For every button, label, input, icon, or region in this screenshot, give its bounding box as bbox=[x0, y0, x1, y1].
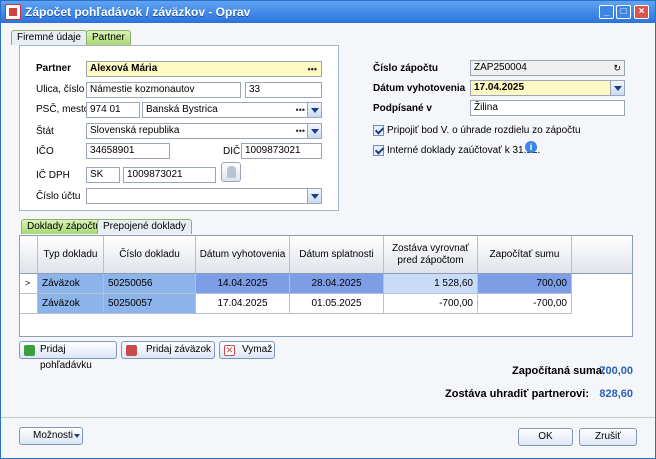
offset-number-field: ZAP250004 ↻ bbox=[470, 60, 625, 76]
year-end-posting-checkbox[interactable] bbox=[373, 145, 384, 156]
ok-button[interactable]: OK bbox=[518, 428, 573, 446]
offset-number-label: Číslo zápočtu bbox=[373, 63, 439, 74]
country-field[interactable]: Slovenská republika ••• bbox=[86, 123, 322, 139]
tab-company-info[interactable]: Firemné údaje bbox=[11, 30, 87, 45]
refresh-icon[interactable]: ↻ bbox=[613, 61, 621, 75]
zip-field[interactable]: 974 01 bbox=[86, 102, 140, 118]
table-cell[interactable]: 1 528,60 bbox=[384, 274, 478, 294]
col-header-number[interactable]: Číslo dokladu bbox=[104, 236, 196, 274]
issue-date-label: Dátum vyhotovenia bbox=[373, 83, 466, 94]
street-number-field[interactable]: 33 bbox=[245, 82, 322, 98]
table-cell[interactable]: 17.04.2025 bbox=[196, 294, 290, 314]
country-value: Slovenská republika bbox=[90, 125, 180, 136]
icdph-label: IČ DPH bbox=[36, 170, 70, 181]
signed-in-label: Podpísané v bbox=[373, 103, 432, 114]
remaining-label: Zostáva uhradiť partnerovi: bbox=[445, 388, 590, 400]
ico-field[interactable]: 34658901 bbox=[86, 143, 170, 159]
minimize-button[interactable]: _ bbox=[599, 5, 614, 19]
partner-value: Alexová Mária bbox=[90, 63, 158, 74]
chevron-down-icon[interactable] bbox=[307, 103, 321, 117]
year-end-posting-label: Interné doklady zaúčtovať k 31.12. bbox=[387, 145, 541, 156]
info-icon[interactable]: i bbox=[525, 141, 537, 153]
add-icon bbox=[24, 345, 35, 356]
table-cell[interactable]: -700,00 bbox=[384, 294, 478, 314]
add-receivable-button[interactable]: Pridaj pohľadávku bbox=[19, 341, 117, 371]
options-label: Možnosti bbox=[33, 430, 74, 441]
chevron-down-icon[interactable] bbox=[307, 189, 321, 203]
partner-label: Partner bbox=[36, 63, 72, 74]
table-cell[interactable]: -700,00 bbox=[478, 294, 572, 314]
attach-clause-checkbox[interactable] bbox=[373, 125, 384, 136]
dic-label: DIČ bbox=[223, 146, 241, 157]
country-label: Štát bbox=[36, 126, 54, 137]
person-icon bbox=[227, 166, 236, 178]
city-field[interactable]: Banská Bystrica ••• bbox=[142, 102, 322, 118]
remove-icon bbox=[126, 345, 137, 356]
remaining-value: 828,60 bbox=[599, 388, 633, 400]
issue-date-field[interactable]: 17.04.2025 bbox=[470, 80, 625, 96]
options-dropdown-button[interactable]: Možnosti bbox=[19, 427, 83, 445]
dialog-window: Zápočet pohľadávok / záväzkov - Oprav _ … bbox=[0, 0, 656, 459]
city-browse-icon[interactable]: ••• bbox=[296, 103, 305, 117]
attach-clause-label: Pripojiť bod V. o úhrade rozdielu zo záp… bbox=[387, 125, 581, 136]
delete-label: Vymaž bbox=[242, 344, 273, 355]
city-value: Banská Bystrica bbox=[146, 104, 218, 115]
ico-label: IČO bbox=[36, 146, 54, 157]
partner-field[interactable]: Alexová Mária ••• bbox=[86, 61, 322, 77]
issue-date-value: 17.04.2025 bbox=[474, 82, 525, 93]
delete-button[interactable]: ✕ Vymaž bbox=[219, 341, 275, 359]
dic-field[interactable]: 1009873021 bbox=[241, 143, 322, 159]
delete-icon: ✕ bbox=[224, 345, 235, 356]
tab-offset-documents[interactable]: Doklady zápočtu bbox=[21, 219, 107, 234]
street-label: Ulica, číslo bbox=[36, 84, 85, 95]
icdph-field[interactable]: 1009873021 bbox=[123, 167, 216, 183]
table-cell[interactable]: 50250057 bbox=[104, 294, 196, 314]
col-header-type[interactable]: Typ dokladu bbox=[38, 236, 104, 274]
current-row-indicator: > bbox=[20, 274, 38, 294]
cancel-button[interactable]: Zrušiť bbox=[579, 428, 637, 446]
zip-city-label: PSČ, mesto bbox=[36, 104, 90, 115]
street-field[interactable]: Námestie kozmonautov bbox=[86, 82, 241, 98]
chevron-down-icon bbox=[74, 434, 80, 438]
footer-divider bbox=[1, 417, 655, 418]
app-icon bbox=[5, 4, 21, 20]
table-cell[interactable]: 700,00 bbox=[478, 274, 572, 294]
tab-partner[interactable]: Partner bbox=[86, 30, 131, 45]
col-header-issue-date[interactable]: Dátum vyhotovenia bbox=[196, 236, 290, 274]
table-cell[interactable]: 01.05.2025 bbox=[290, 294, 384, 314]
signed-in-field[interactable]: Žilina bbox=[470, 100, 625, 116]
col-header-due-date[interactable]: Dátum splatnosti bbox=[290, 236, 384, 274]
col-header-remaining[interactable]: Zostáva vyrovnať pred zápočtom bbox=[384, 236, 478, 274]
offset-number-value: ZAP250004 bbox=[474, 62, 527, 73]
table-cell[interactable]: Záväzok bbox=[38, 274, 104, 294]
window-title: Zápočet pohľadávok / záväzkov - Oprav bbox=[25, 5, 251, 19]
documents-grid: Typ dokladu Číslo dokladu Dátum vyhotove… bbox=[19, 235, 633, 337]
chevron-down-icon[interactable] bbox=[307, 124, 321, 138]
chevron-down-icon[interactable] bbox=[610, 81, 624, 95]
title-bar[interactable]: Zápočet pohľadávok / záväzkov - Oprav _ … bbox=[1, 1, 655, 23]
browse-icon[interactable]: ••• bbox=[308, 62, 317, 76]
col-header-empty bbox=[572, 236, 632, 274]
partner-panel: Partner Alexová Mária ••• Ulica, číslo N… bbox=[19, 45, 339, 211]
account-field[interactable] bbox=[86, 188, 322, 204]
country-browse-icon[interactable]: ••• bbox=[296, 124, 305, 138]
add-payable-button[interactable]: Pridaj záväzok bbox=[121, 341, 215, 359]
tab-linked-documents[interactable]: Prepojené doklady bbox=[97, 219, 192, 234]
row-indicator-header bbox=[20, 236, 38, 274]
table-cell[interactable]: 28.04.2025 bbox=[290, 274, 384, 294]
counted-sum-value: 700,00 bbox=[599, 365, 633, 377]
icdph-prefix-field[interactable]: SK bbox=[86, 167, 120, 183]
close-button[interactable]: × bbox=[634, 5, 649, 19]
table-cell[interactable]: Záväzok bbox=[38, 294, 104, 314]
verify-vat-button[interactable] bbox=[221, 162, 241, 182]
add-receivable-label: Pridaj pohľadávku bbox=[40, 344, 92, 371]
col-header-offset-amount[interactable]: Započítať sumu bbox=[478, 236, 572, 274]
row-indicator bbox=[20, 294, 38, 314]
table-cell[interactable]: 50250056 bbox=[104, 274, 196, 294]
account-label: Číslo účtu bbox=[36, 191, 81, 202]
maximize-button[interactable]: □ bbox=[616, 5, 631, 19]
add-payable-label: Pridaj záväzok bbox=[146, 344, 212, 355]
table-cell[interactable]: 14.04.2025 bbox=[196, 274, 290, 294]
